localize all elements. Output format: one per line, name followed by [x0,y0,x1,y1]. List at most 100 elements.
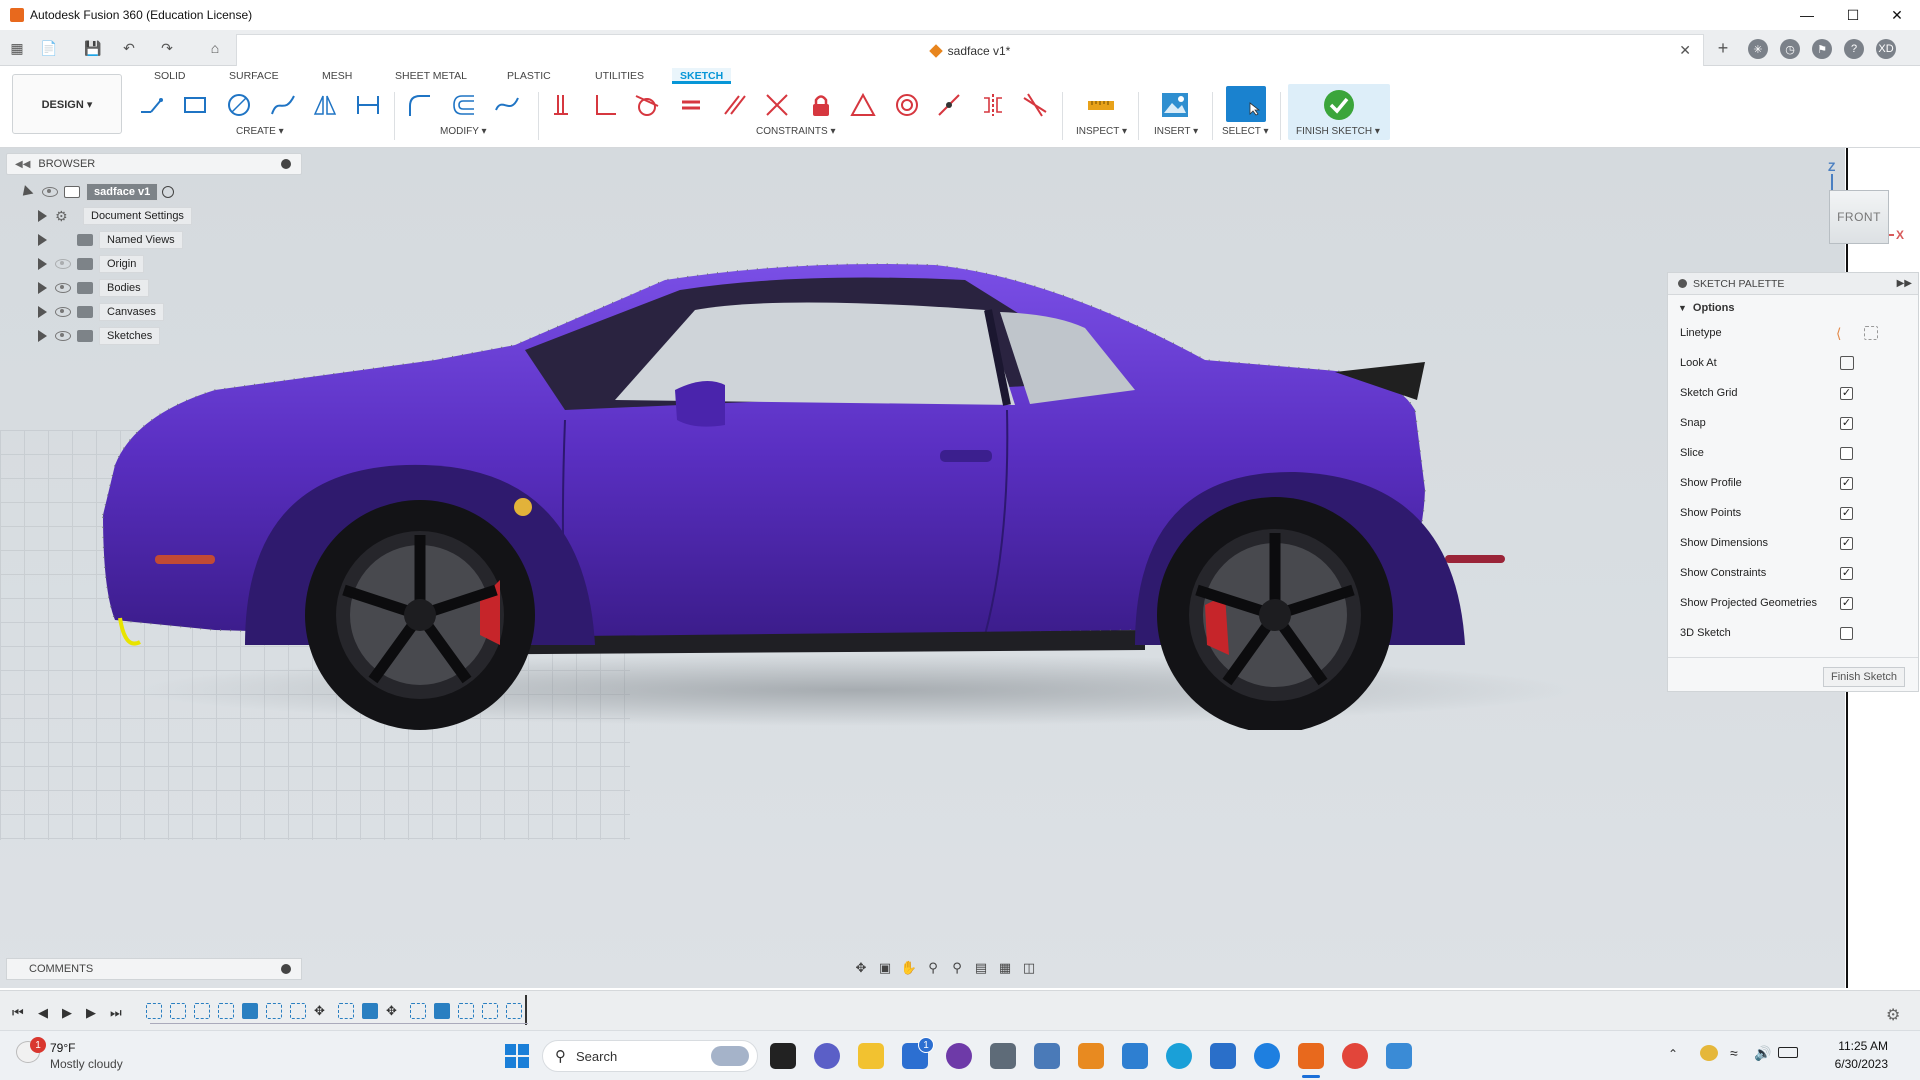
tab-sketch[interactable]: SKETCH [672,68,732,84]
tangent-constraint-icon[interactable] [632,90,662,120]
clock-time[interactable]: 11:25 AM [1818,1039,1888,1053]
inspect-group-label[interactable]: INSPECT ▾ [1076,126,1127,137]
file-menu-icon[interactable]: 📄 [40,39,58,57]
show-points-checkbox[interactable]: ✓ [1840,506,1853,520]
volume-icon[interactable]: 🔊 [1754,1045,1771,1062]
look-at-button-icon[interactable] [1840,356,1854,370]
browser-item-document-settings[interactable]: ⚙ Document Settings [38,206,192,226]
symmetry-constraint-icon[interactable] [978,90,1008,120]
construction-linetype-icon[interactable]: ⟨ [1836,325,1841,342]
teams-chat-icon[interactable] [814,1043,840,1069]
zoom-icon[interactable]: ⚲ [923,959,943,977]
timeline-feature-extrude[interactable] [242,1003,258,1019]
hidden-eye-icon[interactable] [55,259,71,269]
perpendicular-constraint-icon[interactable] [590,90,620,120]
coincident-constraint-icon[interactable] [546,90,576,120]
add-comment-icon[interactable] [281,964,291,974]
insert-group-label[interactable]: INSERT ▾ [1154,126,1198,137]
expand-palette-icon[interactable]: ▶▶ [1897,278,1912,289]
user-avatar[interactable]: XD [1876,39,1896,59]
browser-item-bodies[interactable]: Bodies [38,278,149,298]
option-sketch-grid[interactable]: Sketch Grid ✓ [1680,383,1910,403]
concentric-constraint-icon[interactable] [892,90,922,120]
pen-app-icon[interactable] [1254,1043,1280,1069]
go-to-end-icon[interactable]: ⏭ [110,1005,122,1021]
pan-hand-icon[interactable]: ✋ [899,959,919,977]
file-explorer-icon[interactable] [858,1043,884,1069]
close-window-button[interactable]: ✕ [1874,0,1920,30]
show-dimensions-checkbox[interactable]: ✓ [1840,536,1853,550]
slice-checkbox[interactable] [1840,446,1853,460]
timeline-marker[interactable] [525,995,527,1025]
workspace-switcher[interactable]: DESIGN ▾ [12,74,122,134]
collapse-section-icon[interactable]: ▼ [1678,303,1687,313]
expand-toggle-icon[interactable] [38,210,47,222]
spline-icon[interactable] [268,90,298,120]
option-show-projected-geometries[interactable]: Show Projected Geometries ✓ [1680,593,1910,613]
save-icon[interactable]: 💾 [84,39,102,57]
create-group-label[interactable]: CREATE ▾ [236,126,284,137]
snap-checkbox[interactable]: ✓ [1840,416,1853,430]
sketch-grid-checkbox[interactable]: ✓ [1840,386,1853,400]
calculator-icon[interactable] [990,1043,1016,1069]
visibility-eye-icon[interactable] [55,283,71,293]
pin-panel-icon[interactable] [281,159,291,169]
document-tab[interactable]: sadface v1* ✕ [236,34,1704,66]
close-tab-icon[interactable]: ✕ [1679,42,1691,59]
viewcube[interactable]: FRONT [1829,190,1889,244]
tab-sheet-metal[interactable]: SHEET METAL [387,68,475,84]
charts-app-icon[interactable] [1034,1043,1060,1069]
fix-lock-icon[interactable] [806,90,836,120]
expand-toggle-icon[interactable] [18,184,34,200]
tab-utilities[interactable]: UTILITIES [587,68,652,84]
sublime-text-icon[interactable] [1078,1043,1104,1069]
activate-radio-icon[interactable] [162,186,175,198]
browser-item-origin[interactable]: Origin [38,254,145,274]
option-show-points[interactable]: Show Points ✓ [1680,503,1910,523]
chrome-browser-icon[interactable] [1342,1043,1368,1069]
task-view-icon[interactable] [770,1043,796,1069]
timeline-feature-sketch[interactable] [410,1003,426,1019]
tab-surface[interactable]: SURFACE [221,68,287,84]
insert-image-icon[interactable] [1160,90,1190,120]
modify-group-label[interactable]: MODIFY ▾ [440,126,487,137]
minimize-button[interactable]: — [1784,0,1830,30]
visibility-eye-icon[interactable] [42,187,58,197]
show-profile-checkbox[interactable]: ✓ [1840,476,1853,490]
3d-sketch-checkbox[interactable] [1840,626,1853,640]
play-icon[interactable]: ▶ [62,1005,72,1021]
option-slice[interactable]: Slice [1680,443,1910,463]
constraints-group-label[interactable]: CONSTRAINTS ▾ [756,126,835,137]
edge-browser-icon[interactable] [1166,1043,1192,1069]
windows-start-icon[interactable] [504,1043,530,1069]
browser-panel-header[interactable]: ◀◀ BROWSER [6,153,302,175]
sketch-palette-header[interactable]: SKETCH PALETTE ▶▶ [1668,273,1918,295]
photos-icon[interactable] [1122,1043,1148,1069]
job-status-icon[interactable]: ◷ [1780,39,1800,59]
app-grid-icon[interactable]: ▦ [8,39,26,57]
centerline-linetype-icon[interactable] [1864,326,1878,340]
select-tool-button[interactable] [1226,86,1266,122]
timeline-feature-extrude[interactable] [362,1003,378,1019]
step-back-icon[interactable]: ◀ [38,1005,48,1021]
browser-item-named-views[interactable]: Named Views [38,230,183,250]
timeline-feature-sketch[interactable] [458,1003,474,1019]
go-to-start-icon[interactable]: ⏮ [12,1005,24,1021]
rectangle-icon[interactable] [180,90,210,120]
battery-icon[interactable] [1778,1047,1798,1058]
timeline-settings-gear-icon[interactable]: ⚙ [1886,1005,1900,1025]
offset-icon[interactable] [448,90,478,120]
fillet-icon[interactable] [404,90,434,120]
measure-icon[interactable] [1086,90,1116,120]
visibility-eye-icon[interactable] [55,307,71,317]
expand-toggle-icon[interactable] [38,330,47,342]
browser-root-node[interactable]: sadface v1 [18,182,175,202]
finish-sketch-label[interactable]: FINISH SKETCH ▾ [1296,126,1380,137]
redo-icon[interactable]: ↷ [158,39,176,57]
tab-solid[interactable]: SOLID [146,68,194,84]
display-settings-icon[interactable]: ▤ [971,959,991,977]
option-show-constraints[interactable]: Show Constraints ✓ [1680,563,1910,583]
look-at-icon[interactable]: ▣ [875,959,895,977]
undo-icon[interactable]: ↶ [120,39,138,57]
expand-toggle-icon[interactable] [38,234,47,246]
